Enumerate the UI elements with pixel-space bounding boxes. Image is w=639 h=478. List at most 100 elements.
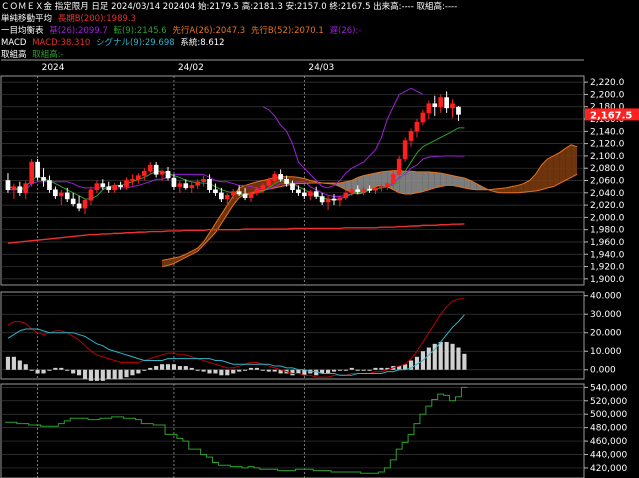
macd-hist-bar bbox=[207, 369, 212, 374]
last-price-label: 2,167.5 bbox=[590, 110, 632, 121]
candle-body bbox=[41, 177, 46, 181]
candle-body bbox=[207, 179, 212, 190]
candle-body bbox=[450, 103, 455, 109]
price-tick-label: 2,080.0 bbox=[590, 164, 625, 174]
macd-hist-bar bbox=[148, 367, 153, 370]
candle-body bbox=[414, 121, 420, 132]
oi-tick-label: 540,000 bbox=[590, 383, 627, 393]
candle-body bbox=[224, 195, 230, 200]
macd-hist-bar bbox=[106, 369, 111, 379]
macd-hist-bar bbox=[88, 369, 94, 381]
ichimoku-cloud-segment bbox=[375, 171, 382, 187]
macd-hist-bar bbox=[65, 369, 70, 371]
macd-hist-bar bbox=[77, 369, 82, 376]
ichimoku-cloud-segment bbox=[221, 205, 228, 224]
macd-hist-bar bbox=[254, 367, 260, 370]
price-tick-label: 2,120.0 bbox=[590, 140, 625, 150]
macd-hist-bar bbox=[171, 364, 177, 370]
macd-hist-bar bbox=[100, 369, 105, 381]
price-tick-label: 1,980.0 bbox=[590, 226, 625, 236]
macd-hist-bar bbox=[444, 341, 449, 370]
macd-frame bbox=[0, 291, 585, 380]
candle-body bbox=[325, 198, 331, 203]
candle-body bbox=[219, 192, 224, 200]
macd-hist-bar bbox=[183, 366, 188, 370]
macd-hist-bar bbox=[243, 369, 248, 371]
price-tick-label: 2,100.0 bbox=[590, 152, 625, 162]
macd-hist-bar bbox=[343, 369, 348, 371]
candle-body bbox=[236, 191, 242, 195]
candle-body bbox=[58, 192, 64, 197]
candle-body bbox=[426, 103, 432, 114]
candle-body bbox=[82, 199, 88, 209]
macd-hist-bar bbox=[355, 369, 360, 371]
macd-hist-bar bbox=[11, 356, 16, 370]
candle-body bbox=[136, 175, 141, 180]
candle-body bbox=[88, 189, 94, 201]
candle-body bbox=[100, 183, 106, 187]
price-tick-label: 2,040.0 bbox=[590, 189, 625, 199]
chart-canvas: 202424/0224/032,220.02,200.02,180.02,160… bbox=[0, 59, 639, 478]
ichimoku-cloud-segment bbox=[571, 144, 578, 178]
macd-hist-bar bbox=[213, 369, 218, 374]
candle-body bbox=[29, 161, 34, 184]
candle-body bbox=[373, 187, 378, 191]
macd-hist-bar bbox=[160, 364, 165, 370]
price-tick-label: 1,900.0 bbox=[590, 275, 625, 285]
candle-body bbox=[402, 140, 408, 160]
candle-body bbox=[337, 197, 343, 201]
candle-body bbox=[130, 179, 135, 181]
macd-hist-bar bbox=[5, 356, 11, 370]
candle-body bbox=[313, 191, 319, 197]
oi-tick-label: 440,000 bbox=[590, 451, 627, 461]
ichimoku-cloud-segment bbox=[559, 148, 566, 184]
ichimoku-cloud-segment bbox=[411, 171, 417, 195]
macd-hist-bar bbox=[450, 343, 455, 370]
oi-tick-label: 500,000 bbox=[590, 410, 627, 420]
x-axis-label: 24/03 bbox=[308, 63, 334, 73]
macd-hist-bar bbox=[136, 369, 141, 374]
candle-body bbox=[17, 186, 23, 194]
candle-body bbox=[64, 192, 70, 200]
macd-hist-bar bbox=[438, 341, 443, 370]
candle-body bbox=[230, 191, 236, 196]
price-tick-label: 2,020.0 bbox=[590, 201, 625, 211]
macd-hist-bar bbox=[29, 369, 34, 371]
candle-body bbox=[349, 189, 355, 194]
oi-tick-label: 520,000 bbox=[590, 397, 627, 407]
candle-body bbox=[5, 180, 11, 190]
macd-hist-bar bbox=[237, 369, 242, 372]
macd-tick-label: 30.000 bbox=[590, 310, 622, 320]
candle-body bbox=[118, 185, 123, 187]
candle-body bbox=[420, 112, 426, 123]
ichimoku-cloud-segment bbox=[428, 171, 435, 190]
ichimoku-cloud-segment bbox=[233, 187, 240, 206]
macd-tick-label: 20.000 bbox=[590, 329, 622, 339]
candle-body bbox=[201, 179, 206, 182]
macd-tick-label: 40.000 bbox=[590, 292, 622, 302]
candle-body bbox=[141, 171, 147, 176]
candle-body bbox=[302, 192, 307, 197]
macd-hist-bar bbox=[426, 347, 431, 370]
ichimoku-cloud-segment bbox=[440, 173, 447, 187]
macd-hist-bar bbox=[53, 367, 58, 370]
macd-hist-bar bbox=[35, 369, 40, 374]
candle-body bbox=[272, 174, 278, 181]
macd-hist-bar bbox=[201, 369, 206, 372]
candle-body bbox=[260, 185, 266, 190]
candle-body bbox=[284, 179, 289, 184]
candle-body bbox=[177, 183, 183, 187]
x-axis-label: 2024 bbox=[42, 63, 65, 73]
price-tick-label: 2,200.0 bbox=[590, 90, 625, 100]
price-tick-label: 1,940.0 bbox=[590, 250, 625, 260]
candle-body bbox=[35, 161, 40, 178]
macd-hist-bar bbox=[219, 369, 224, 376]
candle-body bbox=[159, 171, 165, 175]
macd-hist-bar bbox=[367, 369, 372, 371]
macd-hist-bar bbox=[41, 369, 46, 374]
candle-body bbox=[343, 192, 349, 198]
macd-hist-bar bbox=[225, 369, 230, 376]
signal-line bbox=[7, 314, 465, 376]
macd-hist-bar bbox=[142, 369, 147, 371]
price-tick-label: 1,960.0 bbox=[590, 238, 625, 248]
